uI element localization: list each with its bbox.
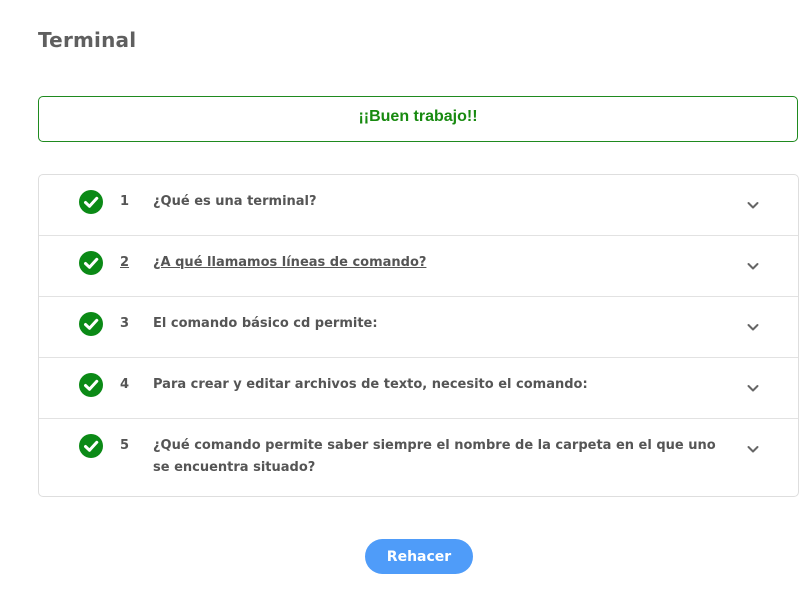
question-number: 3 <box>120 316 130 331</box>
check-circle-icon <box>79 251 103 275</box>
question-item-3[interactable]: 3 El comando básico cd permite: <box>39 297 798 358</box>
chevron-down-icon[interactable] <box>745 258 761 274</box>
chevron-down-icon[interactable] <box>745 441 761 457</box>
redo-button[interactable]: Rehacer <box>365 539 473 574</box>
question-text[interactable]: El comando básico cd permite: <box>153 313 723 335</box>
question-item-1[interactable]: 1 ¿Qué es una terminal? <box>39 175 798 236</box>
question-text[interactable]: ¿A qué llamamos líneas de comando? <box>153 252 723 274</box>
question-item-2[interactable]: 2 ¿A qué llamamos líneas de comando? <box>39 236 798 297</box>
question-number: 2 <box>120 255 130 270</box>
question-number: 5 <box>120 438 130 453</box>
check-circle-icon <box>79 373 103 397</box>
question-list: 1 ¿Qué es una terminal? 2 ¿A qué llamamo… <box>38 174 799 497</box>
question-text[interactable]: ¿Qué es una terminal? <box>153 191 723 213</box>
feedback-message: ¡¡Buen trabajo!! <box>358 108 478 125</box>
page-title: Terminal <box>38 28 137 52</box>
check-circle-icon <box>79 190 103 214</box>
feedback-banner: ¡¡Buen trabajo!! <box>38 96 798 142</box>
chevron-down-icon[interactable] <box>745 319 761 335</box>
question-text[interactable]: ¿Qué comando permite saber siempre el no… <box>153 435 723 479</box>
question-number: 1 <box>120 194 130 209</box>
question-text[interactable]: Para crear y editar archivos de texto, n… <box>153 374 723 396</box>
chevron-down-icon[interactable] <box>745 197 761 213</box>
chevron-down-icon[interactable] <box>745 380 761 396</box>
check-circle-icon <box>79 312 103 336</box>
question-item-4[interactable]: 4 Para crear y editar archivos de texto,… <box>39 358 798 419</box>
question-item-5[interactable]: 5 ¿Qué comando permite saber siempre el … <box>39 419 798 496</box>
check-circle-icon <box>79 434 103 458</box>
question-number: 4 <box>120 377 130 392</box>
